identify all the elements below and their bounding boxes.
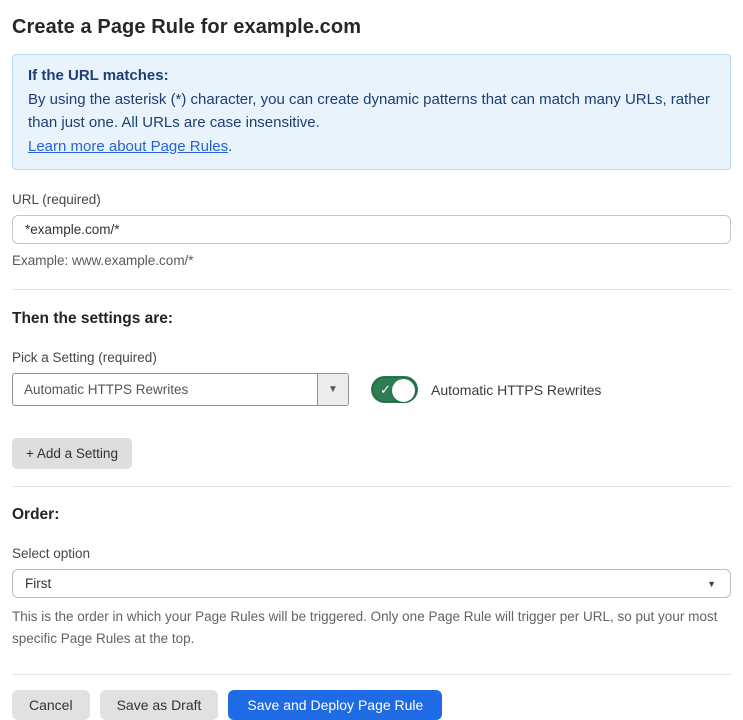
info-box-heading: If the URL matches: xyxy=(28,67,169,84)
order-helper-text: This is the order in which your Page Rul… xyxy=(12,609,718,646)
setting-toggle[interactable]: ✓ xyxy=(371,376,418,403)
pick-setting-label: Pick a Setting (required) xyxy=(12,350,157,365)
setting-toggle-label: Automatic HTTPS Rewrites xyxy=(431,381,602,398)
setting-row: Automatic HTTPS Rewrites ▼ ✓ Automatic H… xyxy=(12,373,731,406)
settings-section-heading: Then the settings are: xyxy=(12,310,174,327)
url-helper-text: Example: www.example.com/* xyxy=(12,253,194,268)
divider xyxy=(12,289,731,290)
url-matches-info-box: If the URL matches: By using the asteris… xyxy=(12,54,731,170)
setting-select-value: Automatic HTTPS Rewrites xyxy=(24,382,189,397)
info-box-link-line: Learn more about Page Rules. xyxy=(28,135,715,159)
create-page-rule-panel: Create a Page Rule for example.com If th… xyxy=(0,0,743,720)
divider xyxy=(12,674,731,675)
setting-select[interactable]: Automatic HTTPS Rewrites ▼ xyxy=(12,373,349,406)
order-select-label: Select option xyxy=(12,546,91,561)
order-section-heading: Order: xyxy=(12,506,60,523)
info-box-body: By using the asterisk (*) character, you… xyxy=(28,90,710,132)
learn-more-link[interactable]: Learn more about Page Rules xyxy=(28,138,228,155)
url-input[interactable] xyxy=(12,215,731,244)
toggle-knob xyxy=(392,379,415,402)
save-and-deploy-button[interactable]: Save and Deploy Page Rule xyxy=(228,690,443,720)
order-select-value: First xyxy=(25,576,52,591)
url-field-label: URL (required) xyxy=(12,192,101,207)
footer-actions: Cancel Save as Draft Save and Deploy Pag… xyxy=(12,690,731,720)
caret-down-icon: ▼ xyxy=(328,384,338,395)
cancel-button[interactable]: Cancel xyxy=(12,690,90,720)
caret-down-icon: ▼ xyxy=(707,578,716,589)
link-suffix: . xyxy=(228,137,233,155)
save-as-draft-button[interactable]: Save as Draft xyxy=(99,690,219,720)
divider xyxy=(12,486,731,487)
setting-select-arrow-button[interactable]: ▼ xyxy=(317,374,348,405)
check-icon: ✓ xyxy=(380,381,391,397)
add-setting-button[interactable]: + Add a Setting xyxy=(12,438,132,469)
page-title: Create a Page Rule for example.com xyxy=(12,16,362,38)
order-select[interactable]: First ▼ xyxy=(12,569,731,598)
